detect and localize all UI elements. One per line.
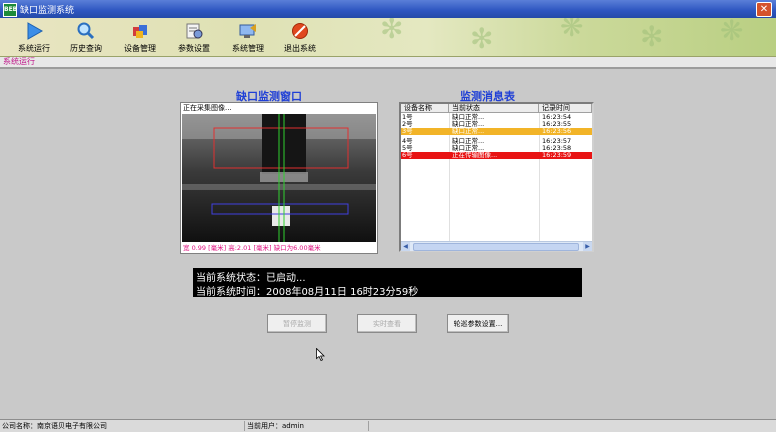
- decor-leaf-icon: ✻: [470, 22, 494, 55]
- status-bar-empty-pane: [368, 421, 771, 431]
- system-state-text: 当前系统状态：已启动...: [196, 273, 306, 284]
- column-header-device[interactable]: 设备名称: [401, 104, 449, 113]
- pause-monitor-button[interactable]: 暂停监测: [267, 314, 327, 333]
- toolbar-run-button[interactable]: 系统运行: [6, 20, 62, 54]
- window-title: 缺口监测系统: [20, 6, 75, 16]
- system-time-text: 当前系统时间：2008年08月11日 16时23分59秒: [196, 287, 419, 298]
- scroll-left-icon[interactable]: ◀: [401, 242, 410, 251]
- toolbar-exit-button[interactable]: 退出系统: [272, 20, 328, 54]
- toolbar-device-button[interactable]: 设备管理: [112, 20, 168, 54]
- play-icon: [27, 22, 44, 40]
- mouse-cursor-icon: [316, 348, 325, 361]
- magnifier-icon: [77, 22, 95, 40]
- section-title: 系统运行: [3, 57, 35, 66]
- toolbar-params-button[interactable]: 参数设置: [166, 20, 222, 54]
- table-row[interactable]: 3号 缺口正常... 16:23:56: [401, 128, 592, 135]
- exit-icon: [292, 23, 308, 39]
- app-icon: BEB: [3, 3, 17, 17]
- scroll-thumb[interactable]: [413, 243, 579, 251]
- message-table[interactable]: 设备名称 当前状态 记录时间 1号 缺口正常... 16:23:54 2号 缺口…: [399, 102, 594, 252]
- column-header-time[interactable]: 记录时间: [539, 104, 592, 113]
- status-bar: 公司名称：南京语贝电子有限公司 当前用户：admin: [0, 419, 776, 432]
- device-icon: [133, 25, 147, 38]
- realtime-view-button[interactable]: 实时查看: [357, 314, 417, 333]
- toolbar-history-button[interactable]: 历史查询: [58, 20, 114, 54]
- system-status-box: 当前系统状态：已启动... 当前系统时间：2008年08月11日 16时23分5…: [193, 268, 582, 298]
- camera-panel: 正在采集图像... 宽 0.99 [毫米] 高:2.01 [毫米] 缺口为6.0…: [180, 102, 378, 254]
- title-bar: BEB 缺口监测系统 ✕: [0, 0, 776, 18]
- toolbar-system-button[interactable]: 系统管理: [220, 20, 276, 54]
- decor-leaf-icon: ❋: [560, 18, 584, 43]
- company-name: 公司名称：南京语贝电子有限公司: [2, 422, 107, 430]
- close-button[interactable]: ✕: [756, 2, 772, 17]
- section-tab: 系统运行: [0, 57, 776, 69]
- scroll-right-icon[interactable]: ▶: [583, 242, 592, 251]
- current-user: 当前用户：admin: [244, 421, 367, 431]
- decor-leaf-icon: ❋: [720, 18, 744, 47]
- measurement-readout: 宽 0.99 [毫米] 高:2.01 [毫米] 缺口为6.00毫米: [183, 244, 321, 252]
- column-header-status[interactable]: 当前状态: [449, 104, 539, 113]
- toolbar: ✻ ✻ ❋ ✻ ❋ 系统运行 历史查询 设备管理 参数设置 系统管理 退出系统: [0, 18, 776, 57]
- patrol-params-button[interactable]: 轮巡参数设置...: [447, 314, 509, 333]
- decor-leaf-icon: ✻: [640, 20, 664, 53]
- decor-leaf-icon: ✻: [380, 18, 404, 45]
- settings-icon: [186, 23, 203, 39]
- horizontal-scrollbar[interactable]: ◀ ▶: [401, 241, 592, 251]
- table-row[interactable]: 6号 正在传输图像... 16:23:59: [401, 152, 592, 159]
- system-icon: [239, 24, 256, 38]
- capture-status: 正在采集图像...: [183, 104, 232, 112]
- camera-image: [182, 114, 376, 242]
